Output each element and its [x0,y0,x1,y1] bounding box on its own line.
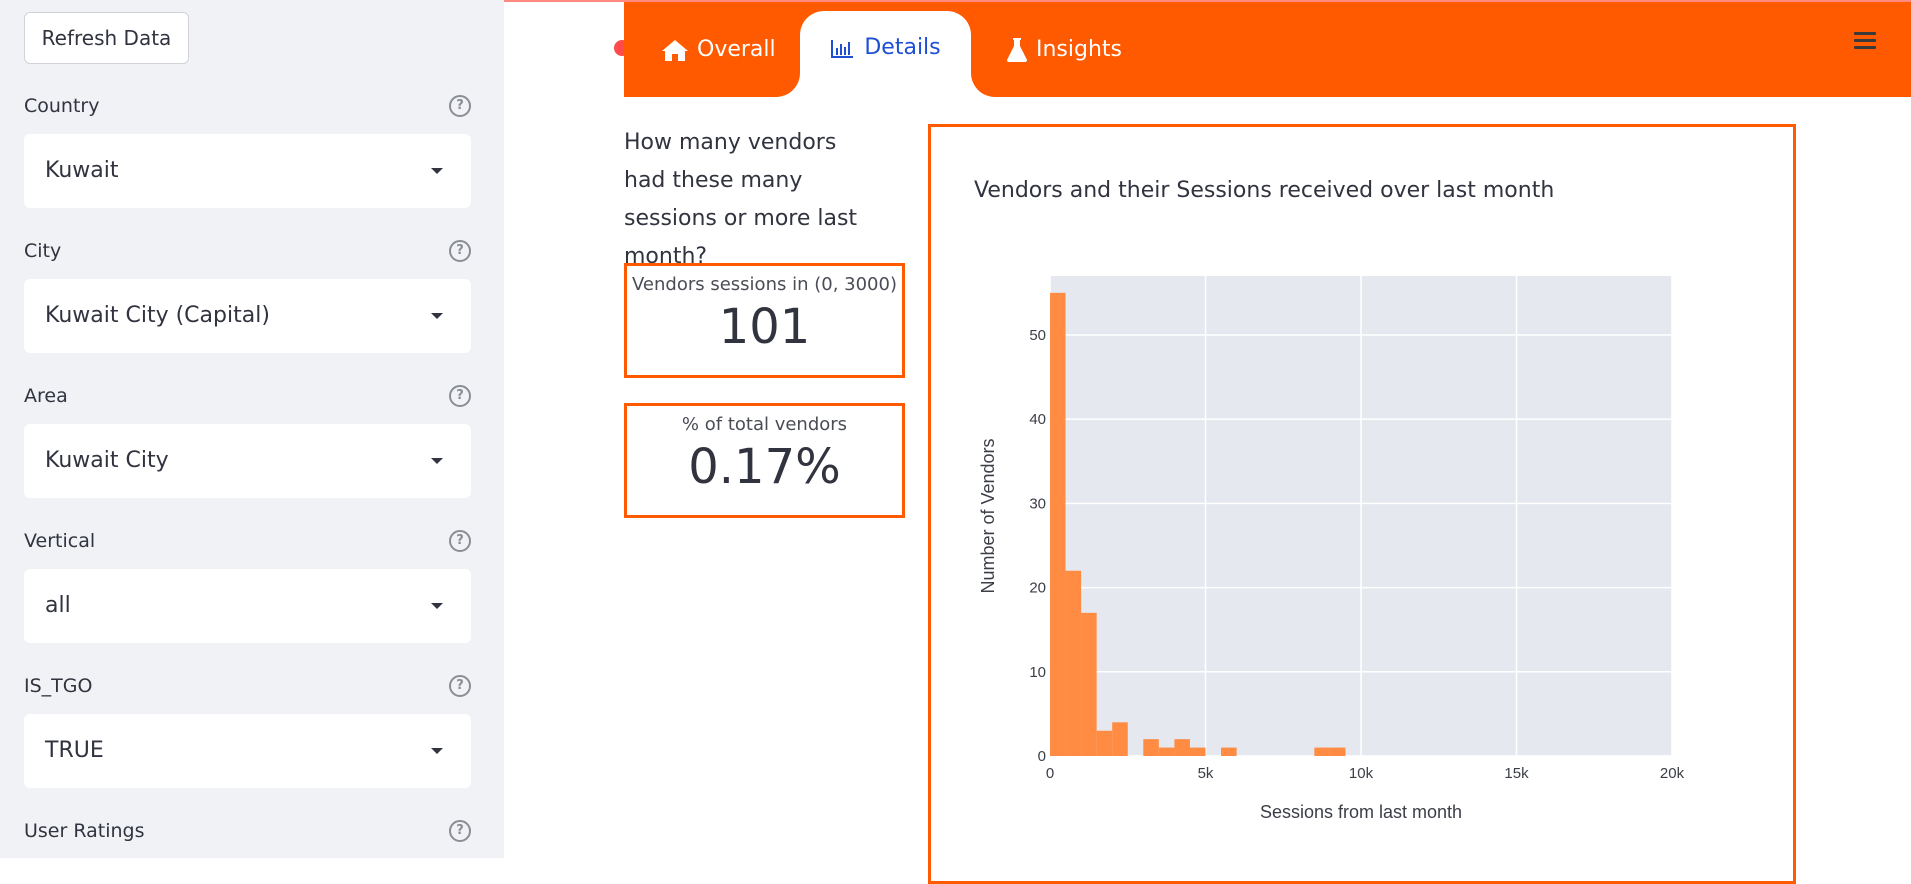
histogram-bar[interactable] [1189,747,1206,756]
y-tick-label: 20 [1029,580,1046,597]
metric-vendors-sessions: Vendors sessions in (0, 3000) 101 [624,263,905,378]
country-label: Country [24,95,100,117]
bar-chart-icon [831,40,854,58]
chart-grid [1049,276,1673,757]
user-ratings-filter: User Ratings ? [24,817,471,845]
metric-value: 0.17% [688,439,841,495]
country-selected-value: Kuwait [45,158,119,183]
help-icon[interactable]: ? [449,530,471,552]
x-tick-label: 10k [1349,765,1374,782]
is-tgo-selected-value: TRUE [45,738,104,763]
y-tick-label: 50 [1029,327,1046,344]
tab-curve-decoration [776,73,800,97]
refresh-data-button[interactable]: Refresh Data [24,12,189,64]
city-select[interactable]: Kuwait City (Capital) [24,279,471,353]
help-icon[interactable]: ? [449,820,471,842]
city-label: City [24,240,62,262]
x-tick-label: 15k [1504,765,1529,782]
tab-overall[interactable]: Overall [661,2,776,97]
flask-icon [1007,37,1027,62]
tab-details[interactable]: Details [800,11,971,106]
histogram-chart[interactable]: 0 10 20 30 40 50 0 5k 10k 15k 20k Number of Vendo… [960,260,1700,840]
histogram-bar[interactable] [1096,730,1113,756]
y-axis-label: Number of Vendors [978,438,998,593]
tab-overall-label: Overall [697,37,776,62]
help-icon[interactable]: ? [449,240,471,262]
country-select[interactable]: Kuwait [24,134,471,208]
y-tick-label: 10 [1029,664,1046,681]
x-axis-label: Sessions from last month [1260,802,1462,822]
chevron-down-icon [431,458,443,464]
chevron-down-icon [431,603,443,609]
area-label: Area [24,385,68,407]
tab-insights-label: Insights [1036,37,1123,62]
tab-insights[interactable]: Insights [1006,2,1122,97]
area-selected-value: Kuwait City [45,448,169,473]
user-ratings-label: User Ratings [24,820,145,842]
histogram-bar[interactable] [1158,747,1175,756]
y-axis-ticks: 0 10 20 30 40 50 [1029,327,1046,765]
city-filter: City ? Kuwait City (Capital) [24,237,471,353]
chevron-down-icon [431,313,443,319]
help-icon[interactable]: ? [449,385,471,407]
metric-percent-total: % of total vendors 0.17% [624,403,905,518]
histogram-bar[interactable] [1329,747,1346,756]
metric-label: % of total vendors [681,414,848,435]
histogram-bar[interactable] [1174,739,1190,756]
histogram-bar[interactable] [1143,739,1159,756]
histogram-bar[interactable] [1050,292,1066,756]
vertical-label: Vertical [24,530,96,552]
vertical-filter: Vertical ? all [24,527,471,643]
country-filter: Country ? Kuwait [24,92,471,208]
is-tgo-filter: IS_TGO ? TRUE [24,672,471,788]
area-filter: Area ? Kuwait City [24,382,471,498]
x-tick-label: 5k [1198,765,1214,782]
help-icon[interactable]: ? [449,675,471,697]
sidebar: Refresh Data Country ? Kuwait City ? Kuw… [0,0,504,858]
histogram-bar[interactable] [1081,612,1097,756]
chevron-down-icon [431,748,443,754]
y-tick-label: 0 [1038,748,1046,765]
y-tick-label: 30 [1029,495,1046,512]
vertical-select[interactable]: all [24,569,471,643]
is-tgo-select[interactable]: TRUE [24,714,471,788]
histogram-bar[interactable] [1065,570,1082,756]
x-tick-label: 20k [1660,765,1685,782]
chevron-down-icon [431,168,443,174]
vertical-selected-value: all [45,593,71,618]
metric-value: 101 [718,299,811,355]
chart-title: Vendors and their Sessions received over… [974,178,1555,203]
help-icon[interactable]: ? [449,95,471,117]
histogram-bar[interactable] [1112,722,1128,756]
hamburger-menu-icon[interactable] [1854,32,1876,50]
tab-curve-decoration [971,73,995,97]
histogram-bar[interactable] [1314,747,1330,756]
histogram-bar[interactable] [1221,747,1237,756]
metric-label: Vendors sessions in (0, 3000) [632,274,897,295]
question-text: How many vendors had these many sessions… [624,130,858,269]
y-tick-label: 40 [1029,411,1046,428]
x-axis-ticks: 0 5k 10k 15k 20k [1046,765,1685,782]
is-tgo-label: IS_TGO [24,675,93,697]
area-select[interactable]: Kuwait City [24,424,471,498]
city-selected-value: Kuwait City (Capital) [45,303,270,328]
x-tick-label: 0 [1046,765,1054,782]
home-icon [662,39,688,61]
tab-details-label: Details [864,35,941,60]
